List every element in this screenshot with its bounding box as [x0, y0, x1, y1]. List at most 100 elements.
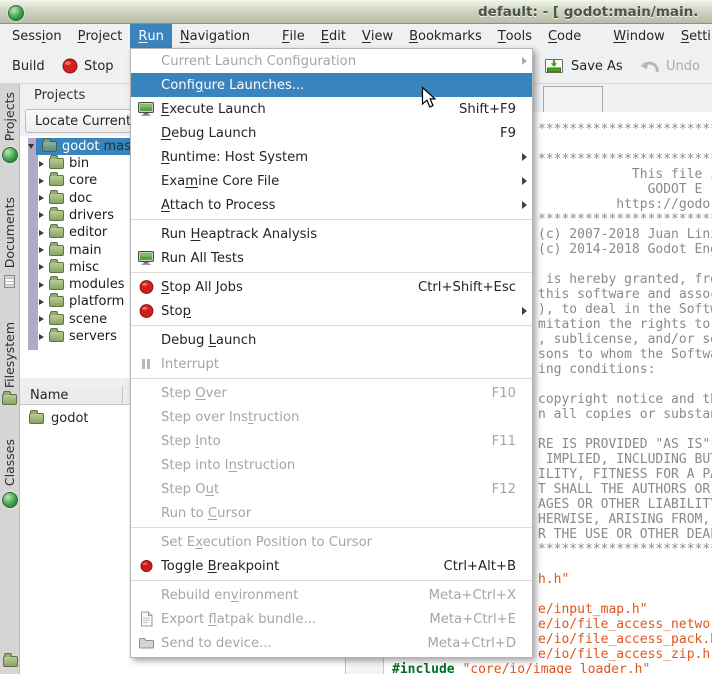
pause-icon	[136, 358, 156, 370]
menu-item-stop[interactable]: Stop	[131, 299, 532, 323]
folder-gray-icon	[136, 637, 156, 650]
sidebar-tab-label: Filesystem	[2, 322, 17, 388]
menubar-item-run[interactable]: Run	[130, 24, 172, 48]
sidebar-tab-label: Documents	[2, 197, 17, 268]
code-line: GODOT E	[538, 182, 702, 197]
menu-item-execute-launch[interactable]: Execute LaunchShift+F9	[131, 97, 532, 121]
expand-arrow-icon[interactable]	[39, 195, 44, 201]
menu-item-shortcut: Meta+Ctrl+X	[429, 588, 516, 603]
menu-item-export-flatpak-bundle[interactable]: Export flatpak bundle...Meta+Ctrl+E	[131, 607, 532, 631]
menu-item-label: Set Execution Position to Cursor	[161, 535, 372, 550]
menu-item-configure-launches[interactable]: Configure Launches...	[131, 73, 532, 97]
menu-item-shortcut: Meta+Ctrl+D	[428, 636, 516, 651]
expand-arrow-icon[interactable]	[39, 282, 44, 288]
menu-item-step-into-instruction[interactable]: Step into Instruction	[131, 453, 532, 477]
menu-item-runtime-host-system[interactable]: Runtime: Host System	[131, 145, 532, 169]
menubar-item-settings[interactable]: Settings	[673, 24, 712, 48]
menu-item-interrupt[interactable]: Interrupt	[131, 352, 532, 376]
stop-button[interactable]: Stop	[56, 52, 120, 80]
column-divider[interactable]	[122, 386, 123, 405]
sidebar-tab-documents[interactable]: Documents	[2, 197, 17, 287]
menu-item-stop-all-jobs[interactable]: Stop All JobsCtrl+Shift+Esc	[131, 275, 532, 299]
expand-arrow-icon[interactable]	[39, 299, 44, 305]
code-token: #include	[392, 662, 462, 674]
code-line: ***********************	[538, 152, 712, 167]
expand-arrow-icon[interactable]	[39, 316, 44, 322]
menu-item-run-all-tests[interactable]: Run All Tests	[131, 246, 532, 270]
menu-item-shortcut: Ctrl+Shift+Esc	[418, 280, 516, 295]
save-as-icon	[544, 57, 565, 76]
save-as-button[interactable]: Save As	[538, 52, 629, 80]
folder-icon	[49, 210, 64, 221]
menu-item-set-execution-position-to-cursor[interactable]: Set Execution Position to Cursor	[131, 530, 532, 554]
submenu-arrow-icon	[522, 201, 527, 209]
expand-arrow-icon[interactable]	[39, 334, 44, 340]
expand-arrow-icon[interactable]	[39, 212, 44, 218]
tree-item-label: bin	[69, 156, 89, 171]
menu-item-run-to-cursor[interactable]: Run to Cursor	[131, 501, 532, 525]
kdevelop-icon	[2, 492, 18, 508]
code-line: , sublicense, and/or se	[538, 332, 712, 347]
titlebar[interactable]: default: - [ godot:main/main.	[0, 0, 712, 24]
stop-icon	[136, 304, 156, 319]
expand-arrow-icon[interactable]	[39, 247, 44, 253]
menu-item-debug-launch[interactable]: Debug LaunchF9	[131, 121, 532, 145]
document-icon	[136, 612, 156, 627]
menubar-item-file[interactable]: File	[274, 24, 313, 48]
expand-arrow-icon[interactable]	[39, 230, 44, 236]
menu-item-current-launch-configuration[interactable]: Current Launch Configuration	[131, 49, 532, 73]
menu-item-run-heaptrack-analysis[interactable]: Run Heaptrack Analysis	[131, 222, 532, 246]
menu-item-step-out[interactable]: Step OutF12	[131, 477, 532, 501]
menubar-item-code[interactable]: Code	[540, 24, 589, 48]
menu-item-examine-core-file[interactable]: Examine Core File	[131, 169, 532, 193]
folder-icon	[29, 413, 44, 424]
code-line: sons to whom the Softwa	[538, 347, 712, 362]
tree-item-label: drivers	[69, 208, 114, 223]
menu-item-step-over-instruction[interactable]: Step over Instruction	[131, 405, 532, 429]
expand-arrow-icon[interactable]	[39, 178, 44, 184]
code-token: "core/io/image_loader.h"	[462, 662, 650, 674]
menu-item-toggle-breakpoint[interactable]: Toggle BreakpointCtrl+Alt+B	[131, 554, 532, 578]
expand-arrow-icon[interactable]	[28, 144, 34, 149]
menu-separator	[131, 272, 532, 273]
sidebar-tab-projects[interactable]: Projects	[2, 92, 18, 163]
menubar-item-navigation[interactable]: Navigation	[172, 24, 258, 48]
menu-item-label: Execute Launch	[161, 102, 266, 117]
folder-icon	[49, 262, 64, 273]
submenu-arrow-icon	[522, 153, 527, 161]
stop-icon	[136, 280, 156, 295]
menubar-item-session[interactable]: Session	[4, 24, 70, 48]
code-line: n all copies or substan	[538, 407, 712, 422]
expand-arrow-icon[interactable]	[39, 161, 44, 167]
tree-item-label: scene	[69, 312, 107, 327]
menu-separator	[131, 580, 532, 581]
undo-button[interactable]: Undo	[632, 52, 706, 80]
menubar-item-project[interactable]: Project	[70, 24, 131, 48]
code-line: ing conditions:	[538, 362, 655, 377]
menu-item-debug-launch[interactable]: Debug Launch	[131, 328, 532, 352]
menu-item-send-to-device[interactable]: Send to device...Meta+Ctrl+D	[131, 631, 532, 655]
menubar-item-view[interactable]: View	[354, 24, 401, 48]
menu-item-label: Step Out	[161, 482, 219, 497]
folder-icon	[49, 314, 64, 325]
build-button[interactable]: Build	[6, 52, 51, 80]
menu-item-step-over[interactable]: Step OverF10	[131, 381, 532, 405]
menu-item-step-into[interactable]: Step IntoF11	[131, 429, 532, 453]
folder-icon	[49, 175, 64, 186]
left-dock-bar: Projects Documents Filesystem Classes	[0, 84, 20, 674]
menu-item-label: Step Over	[161, 386, 227, 401]
menu-item-rebuild-environment[interactable]: Rebuild environmentMeta+Ctrl+X	[131, 583, 532, 607]
expand-arrow-icon[interactable]	[39, 264, 44, 270]
menubar-item-tools[interactable]: Tools	[490, 24, 540, 48]
menubar-item-window[interactable]: Window	[605, 24, 673, 48]
menu-item-attach-to-process[interactable]: Attach to Process	[131, 193, 532, 217]
menubar-item-edit[interactable]: Edit	[313, 24, 354, 48]
menubar-item-bookmarks[interactable]: Bookmarks	[401, 24, 490, 48]
sidebar-tab-classes[interactable]: Classes	[2, 439, 18, 508]
tree-item-label: editor	[69, 225, 107, 240]
folder-icon	[2, 394, 17, 405]
code-line: IMPLIED, INCLUDING BUT	[538, 452, 712, 467]
tree-item-label: core	[69, 173, 97, 188]
kdevelop-window: default: - [ godot:main/main. SessionPro…	[0, 0, 712, 674]
sidebar-tab-filesystem[interactable]: Filesystem	[2, 322, 17, 405]
